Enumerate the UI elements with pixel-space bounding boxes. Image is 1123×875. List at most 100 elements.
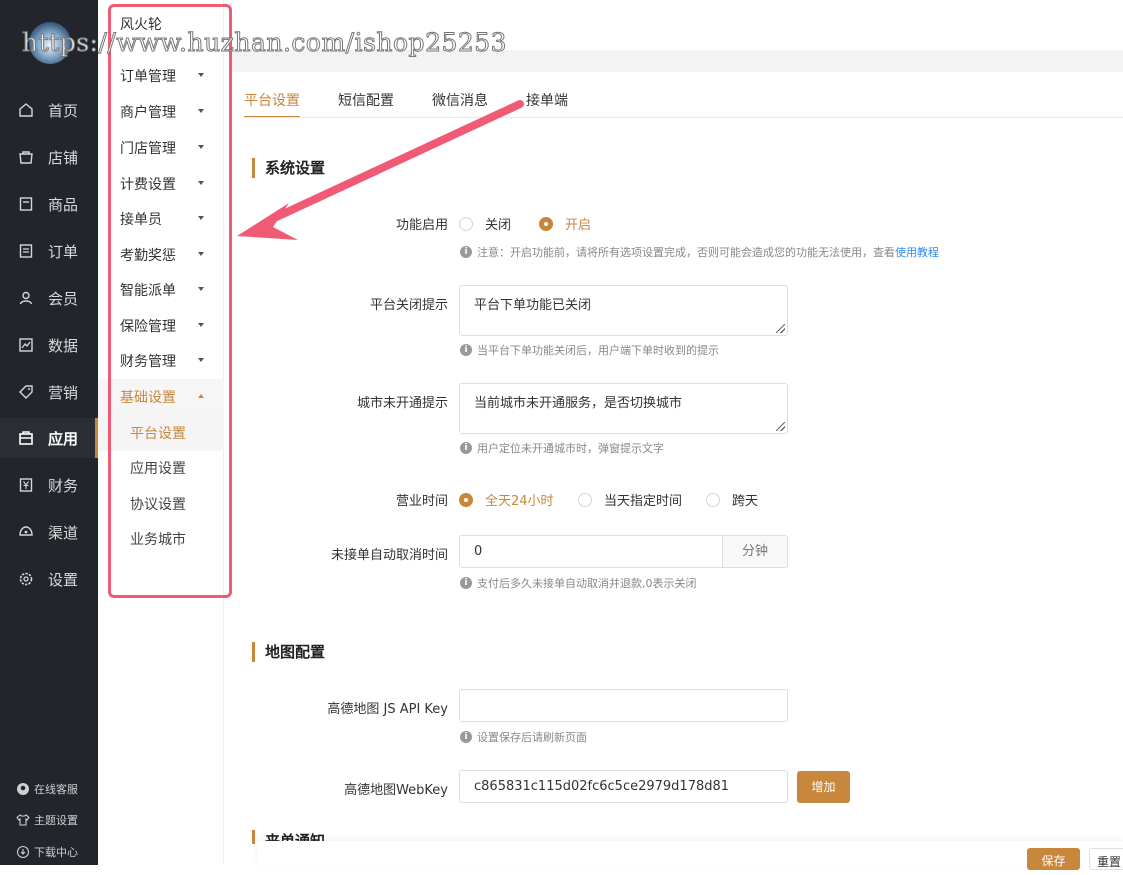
nav-item-member[interactable]: 会员 bbox=[0, 278, 98, 318]
radio-label: 全天24小时 bbox=[485, 494, 554, 509]
radio-label: 开启 bbox=[565, 218, 592, 233]
tab-sms-config[interactable]: 短信配置 bbox=[338, 92, 394, 118]
hint-text: 当平台下单功能关闭后，用户端下单时收到的提示 bbox=[477, 344, 719, 357]
nav-item-finance[interactable]: 财务 bbox=[0, 465, 98, 505]
caret-down-icon bbox=[198, 145, 204, 149]
goods-icon bbox=[18, 196, 34, 212]
nav-label: 渠道 bbox=[48, 523, 79, 542]
hint-text: 用户定位未开通城市时，弹窗提示文字 bbox=[477, 442, 664, 455]
radio-specified-time[interactable]: 当天指定时间 bbox=[578, 490, 682, 509]
nav-item-marketing[interactable]: 营销 bbox=[0, 372, 98, 412]
enable-label: 功能启用 bbox=[395, 218, 448, 233]
menu-group-billing[interactable]: 计费设置 bbox=[98, 166, 224, 202]
menu-group-merchants[interactable]: 商户管理 bbox=[98, 94, 224, 130]
nav-item-home[interactable]: 首页 bbox=[0, 90, 98, 130]
shop-icon bbox=[18, 149, 34, 165]
menu-group-finance[interactable]: 财务管理 bbox=[98, 343, 224, 379]
auto-cancel-input[interactable]: 0 bbox=[459, 535, 723, 568]
hint-text: 注意：开启功能前，请将所有选项设置完成，否则可能会造成您的功能无法使用，查看 bbox=[477, 246, 895, 259]
nav-item-channel[interactable]: 渠道 bbox=[0, 512, 98, 552]
amap-web-key-input[interactable]: c865831c115d02fc6c5ce2979d178d81 bbox=[459, 770, 788, 803]
auto-cancel-label: 未接单自动取消时间 bbox=[330, 548, 448, 563]
save-button[interactable]: 保存 bbox=[1027, 848, 1080, 870]
menu-group-couriers[interactable]: 接单员 bbox=[98, 201, 224, 237]
nav-label: 首页 bbox=[48, 101, 79, 120]
online-service-label: 在线客服 bbox=[34, 783, 78, 796]
theme-settings-link[interactable]: 主题设置 bbox=[16, 812, 78, 828]
caret-up-icon bbox=[198, 394, 204, 398]
online-service-link[interactable]: 在线客服 bbox=[16, 781, 78, 797]
radio-dot bbox=[539, 216, 553, 231]
menu-group-insurance[interactable]: 保险管理 bbox=[98, 308, 224, 344]
nav-item-goods[interactable]: 商品 bbox=[0, 184, 98, 224]
add-button[interactable]: 增加 bbox=[797, 771, 850, 803]
caret-down-icon bbox=[198, 287, 204, 291]
radio-dot bbox=[459, 492, 473, 507]
amap-js-key-input[interactable] bbox=[459, 689, 788, 722]
radio-cross-day[interactable]: 跨天 bbox=[706, 490, 758, 509]
menu-group-label: 接单员 bbox=[120, 212, 162, 228]
nav-item-app[interactable]: 应用 bbox=[0, 418, 98, 458]
radio-disable[interactable]: 关闭 bbox=[459, 214, 511, 233]
menu-item-app-settings[interactable]: 应用设置 bbox=[98, 450, 224, 486]
info-icon: i bbox=[460, 442, 472, 454]
textarea-value: 当前城市未开通服务，是否切换城市 bbox=[474, 396, 683, 411]
resize-handle-icon[interactable] bbox=[776, 422, 785, 431]
radio-dot bbox=[706, 492, 720, 507]
close-tip-textarea[interactable]: 平台下单功能已关闭 bbox=[459, 285, 788, 336]
nav-label: 会员 bbox=[48, 289, 79, 308]
radio-enable[interactable]: 开启 bbox=[539, 214, 591, 233]
business-hours-label: 营业时间 bbox=[395, 494, 448, 509]
service-icon bbox=[16, 782, 30, 796]
nav-label: 商品 bbox=[48, 195, 79, 214]
shirt-icon bbox=[16, 813, 30, 827]
menu-group-label: 财务管理 bbox=[120, 354, 176, 370]
menu-item-platform-settings[interactable]: 平台设置 bbox=[98, 415, 224, 451]
nav-label: 设置 bbox=[48, 570, 79, 589]
reset-button[interactable]: 重置 bbox=[1089, 848, 1123, 870]
nav-item-settings[interactable]: 设置 bbox=[0, 559, 98, 599]
nav-item-data[interactable]: 数据 bbox=[0, 325, 98, 365]
tab-courier-app[interactable]: 接单端 bbox=[526, 92, 568, 118]
yen-icon bbox=[18, 477, 34, 493]
radio-label: 当天指定时间 bbox=[604, 494, 683, 509]
menu-group-dispatch[interactable]: 智能派单 bbox=[98, 272, 224, 308]
menu-item-business-cities[interactable]: 业务城市 bbox=[98, 521, 224, 557]
nav-item-order[interactable]: 订单 bbox=[0, 231, 98, 271]
close-tip-label: 平台关闭提示 bbox=[369, 298, 448, 313]
resize-handle-icon[interactable] bbox=[776, 324, 785, 333]
menu-group-label: 计费设置 bbox=[120, 177, 176, 193]
menu-group-attendance[interactable]: 考勤奖惩 bbox=[98, 237, 224, 273]
main-sidebar: 首页 店铺 商品 订单 会员 数据 营销 应用 财务 渠道 设置 在线客服 主题… bbox=[0, 0, 98, 865]
enable-hint: i 注意：开启功能前，请将所有选项设置完成，否则可能会造成您的功能无法使用，查看使… bbox=[460, 244, 939, 260]
menu-item-agreement-settings[interactable]: 协议设置 bbox=[98, 486, 224, 522]
caret-down-icon bbox=[198, 73, 204, 77]
city-tip-label: 城市未开通提示 bbox=[356, 396, 448, 411]
top-bar bbox=[232, 50, 1123, 72]
caret-down-icon bbox=[198, 323, 204, 327]
tab-platform-settings[interactable]: 平台设置 bbox=[244, 92, 300, 118]
theme-settings-label: 主题设置 bbox=[34, 814, 78, 827]
menu-group-label: 基础设置 bbox=[120, 390, 176, 406]
nav-item-shop[interactable]: 店铺 bbox=[0, 137, 98, 177]
tab-wechat-messages[interactable]: 微信消息 bbox=[432, 92, 488, 118]
hint-text: 设置保存后请刷新页面 bbox=[477, 731, 587, 744]
download-icon bbox=[16, 845, 30, 859]
close-tip-hint: i 当平台下单功能关闭后，用户端下单时收到的提示 bbox=[460, 342, 719, 358]
user-icon bbox=[18, 290, 34, 306]
radio-all-day[interactable]: 全天24小时 bbox=[459, 490, 554, 509]
caret-down-icon bbox=[198, 252, 204, 256]
menu-group-basic-settings[interactable]: 基础设置 bbox=[98, 379, 224, 415]
hint-text: 支付后多久未接单自动取消并退款,0表示关闭 bbox=[477, 577, 697, 590]
radio-dot bbox=[578, 492, 592, 507]
download-center-link[interactable]: 下载中心 bbox=[16, 844, 78, 860]
tutorial-link[interactable]: 使用教程 bbox=[895, 244, 939, 260]
menu-group-stores[interactable]: 门店管理 bbox=[98, 130, 224, 166]
download-center-label: 下载中心 bbox=[34, 846, 78, 859]
radio-label: 跨天 bbox=[732, 494, 759, 509]
city-tip-hint: i 用户定位未开通城市时，弹窗提示文字 bbox=[460, 440, 664, 456]
gear-icon bbox=[18, 571, 34, 587]
menu-group-orders[interactable]: 订单管理 bbox=[98, 58, 224, 94]
city-tip-textarea[interactable]: 当前城市未开通服务，是否切换城市 bbox=[459, 383, 788, 434]
channel-icon bbox=[18, 524, 34, 540]
